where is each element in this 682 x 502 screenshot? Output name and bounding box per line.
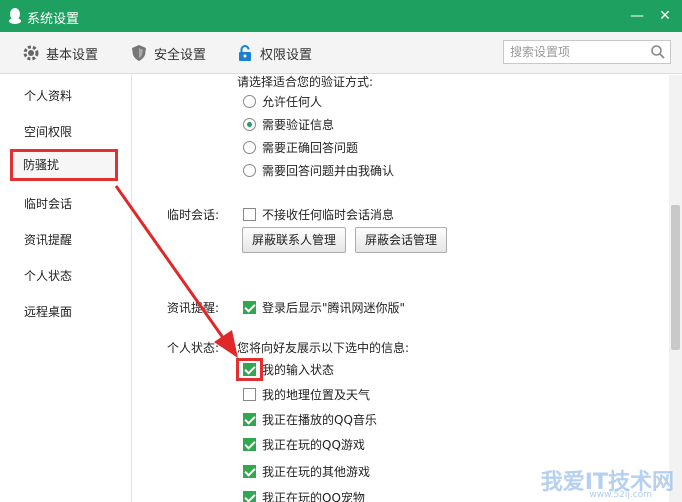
news-label: 资讯提醒:: [167, 301, 220, 315]
close-button[interactable]: ✕: [655, 6, 675, 26]
status-option-qq-music[interactable]: 我正在播放的QQ音乐: [243, 411, 377, 428]
verify-option-correct-answer[interactable]: 需要正确回答问题: [243, 139, 358, 156]
checkbox[interactable]: [243, 413, 256, 426]
sidebar-item-profile[interactable]: 个人资料: [10, 80, 118, 112]
status-option-location[interactable]: 我的地理位置及天气: [243, 386, 370, 403]
sidebar-item-anti-harassment[interactable]: 防骚扰: [10, 149, 118, 181]
search-icon[interactable]: [650, 44, 666, 60]
minimize-button[interactable]: —: [627, 6, 647, 26]
checkbox[interactable]: [243, 491, 256, 502]
radio-button[interactable]: [243, 164, 256, 177]
status-option-qq-game[interactable]: 我正在玩的QQ游戏: [243, 436, 365, 453]
verify-option-anyone[interactable]: 允许任何人: [243, 93, 322, 110]
blocked-sessions-button[interactable]: 屏蔽会话管理: [355, 227, 447, 253]
news-option[interactable]: 登录后显示"腾讯网迷你版": [243, 299, 405, 316]
search-box[interactable]: [503, 40, 671, 64]
sidebar-item-personal-status[interactable]: 个人状态: [10, 260, 118, 292]
highlight-box: [236, 358, 263, 381]
sidebar-item-space-permission[interactable]: 空间权限: [10, 116, 118, 148]
status-option-other-game[interactable]: 我正在玩的其他游戏: [243, 463, 370, 480]
checkbox[interactable]: [243, 208, 256, 221]
radio-button[interactable]: [243, 118, 256, 131]
status-option-qq-pet[interactable]: 我正在玩的QQ宠物: [243, 489, 365, 502]
blocked-contacts-button[interactable]: 屏蔽联系人管理: [242, 227, 346, 253]
qq-penguin-icon: [9, 8, 21, 24]
status-prompt: 您将向好友展示以下选中的信息:: [237, 341, 410, 355]
checkbox[interactable]: [243, 438, 256, 451]
verify-option-answer-confirm[interactable]: 需要回答问题并由我确认: [243, 162, 394, 179]
lock-icon: [239, 45, 251, 61]
verify-option-need-verify[interactable]: 需要验证信息: [243, 116, 334, 133]
checkbox[interactable]: [243, 465, 256, 478]
checkbox[interactable]: [243, 388, 256, 401]
tab-permission-settings[interactable]: 权限设置: [236, 42, 312, 64]
radio-button[interactable]: [243, 141, 256, 154]
sidebar: 个人资料 空间权限 防骚扰 临时会话 资讯提醒 个人状态 远程桌面: [0, 75, 132, 502]
verify-prompt: 请选择适合您的验证方式:: [237, 75, 374, 89]
sidebar-item-remote-desktop[interactable]: 远程桌面: [10, 296, 118, 328]
radio-button[interactable]: [243, 95, 256, 108]
gear-icon: [23, 45, 39, 61]
temp-session-label: 临时会话:: [167, 208, 220, 222]
tab-basic-settings[interactable]: 基本设置: [22, 42, 98, 64]
sidebar-item-temp-session[interactable]: 临时会话: [10, 188, 118, 220]
search-input[interactable]: [504, 41, 644, 63]
status-label: 个人状态:: [167, 341, 220, 355]
checkbox[interactable]: [243, 301, 256, 314]
content-scrollbar[interactable]: [669, 75, 682, 502]
title-bar: 系统设置 — ✕: [0, 0, 682, 32]
scrollbar-thumb[interactable]: [671, 205, 680, 350]
window-title: 系统设置: [27, 12, 80, 27]
sidebar-item-news-alert[interactable]: 资讯提醒: [10, 224, 118, 256]
temp-session-option[interactable]: 不接收任何临时会话消息: [243, 206, 394, 223]
shield-icon: [132, 45, 146, 61]
tab-security-settings[interactable]: 安全设置: [130, 42, 206, 64]
watermark-url: www.52ij.com: [589, 490, 652, 500]
settings-content: 请选择适合您的验证方式: 允许任何人 需要验证信息 需要正确回答问题 需要回答问…: [133, 75, 669, 502]
